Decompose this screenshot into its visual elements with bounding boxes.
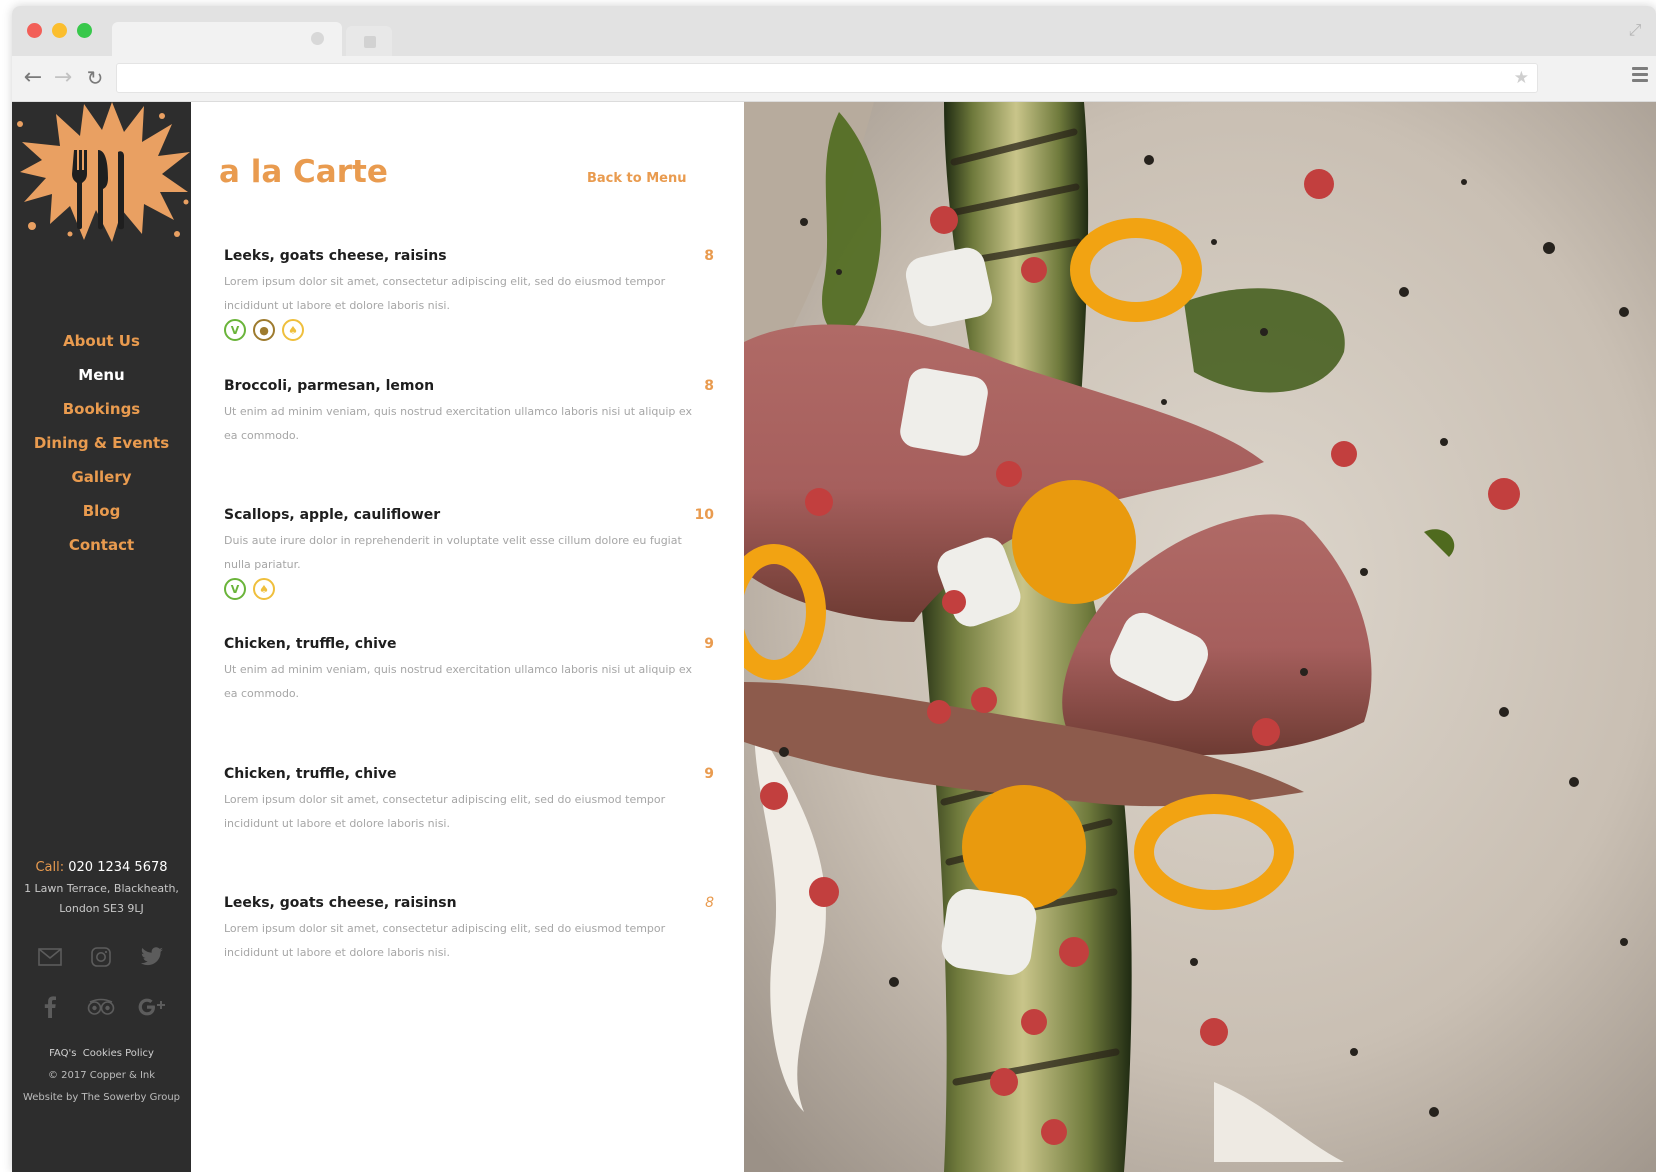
dish-name: Broccoli, parmesan, lemon bbox=[224, 378, 435, 394]
dish-name: Scallops, apple, cauliflower bbox=[224, 507, 441, 523]
menu-item: Leeks, goats cheese, raisinsn 8 Lorem ip… bbox=[224, 895, 714, 965]
gluten-icon: ♠ bbox=[282, 319, 304, 341]
forward-arrow-icon[interactable]: → bbox=[50, 65, 76, 91]
close-window-button[interactable] bbox=[27, 23, 42, 38]
menu-item: Chicken, truffle, chive 9 Ut enim ad min… bbox=[224, 636, 714, 706]
reload-icon[interactable]: ↻ bbox=[82, 65, 108, 91]
minimize-window-button[interactable] bbox=[52, 23, 67, 38]
website-page: About Us Menu Bookings Dining & Events G… bbox=[12, 102, 1656, 1172]
footer-links: FAQ's Cookies Policy bbox=[12, 1048, 191, 1059]
dish-name: Leeks, goats cheese, raisinsn bbox=[224, 895, 457, 911]
browser-window: ⤢ ← → ↻ ★ About Us Menu Bookings Dining … bbox=[12, 6, 1656, 1172]
bookmark-star-icon[interactable]: ★ bbox=[1514, 68, 1529, 88]
dish-price: 8 bbox=[704, 378, 714, 394]
vegetarian-icon: V bbox=[224, 578, 246, 600]
dish-price: 8 bbox=[705, 895, 714, 911]
address-line-2: London SE3 9LJ bbox=[59, 902, 144, 915]
website-credit[interactable]: Website by The Sowerby Group bbox=[12, 1092, 191, 1103]
dish-description: Lorem ipsum dolor sit amet, consectetur … bbox=[224, 793, 666, 830]
logo[interactable] bbox=[12, 102, 191, 244]
page-title: a la Carte bbox=[219, 154, 388, 190]
contact-block: Call: 020 1234 5678 1 Lawn Terrace, Blac… bbox=[12, 860, 191, 919]
dish-name: Chicken, truffle, chive bbox=[224, 636, 397, 652]
dish-description: Lorem ipsum dolor sit amet, consectetur … bbox=[224, 922, 666, 959]
nut-icon: ● bbox=[253, 319, 275, 341]
dish-price: 9 bbox=[704, 766, 714, 782]
nav-item-dining-events[interactable]: Dining & Events bbox=[12, 426, 191, 460]
expand-icon[interactable]: ⤢ bbox=[1626, 22, 1644, 40]
menu-item: Chicken, truffle, chive 9 Lorem ipsum do… bbox=[224, 766, 714, 836]
menu-item: Leeks, goats cheese, raisins 8 Lorem ips… bbox=[224, 248, 714, 341]
vegetarian-icon: V bbox=[224, 319, 246, 341]
browser-tab[interactable] bbox=[112, 22, 342, 56]
copyright: © 2017 Copper & Ink bbox=[47, 1070, 156, 1081]
back-to-menu-link[interactable]: Back to Menu bbox=[587, 171, 687, 186]
address: 1 Lawn Terrace, Blackheath, London SE3 9… bbox=[12, 879, 191, 919]
phone-line[interactable]: Call: 020 1234 5678 bbox=[12, 860, 191, 875]
envelope-icon[interactable] bbox=[33, 942, 67, 972]
call-label: Call: bbox=[35, 860, 65, 875]
dish-description: Ut enim ad minim veniam, quis nostrud ex… bbox=[224, 663, 692, 700]
browser-toolbar: ← → ↻ ★ bbox=[12, 56, 1656, 102]
faqs-link[interactable]: FAQ's bbox=[49, 1048, 76, 1059]
gluten-icon: ♠ bbox=[253, 578, 275, 600]
nav-item-gallery[interactable]: Gallery bbox=[12, 460, 191, 494]
google-plus-icon[interactable] bbox=[135, 992, 169, 1022]
dietary-icons: V ● ♠ bbox=[224, 319, 714, 341]
hamburger-menu-icon[interactable] bbox=[1632, 67, 1648, 83]
dish-name: Chicken, truffle, chive bbox=[224, 766, 397, 782]
dietary-icons: V ♠ bbox=[224, 578, 714, 600]
food-photo bbox=[744, 102, 1656, 1172]
tab-close-icon[interactable] bbox=[311, 32, 324, 45]
facebook-icon[interactable] bbox=[33, 992, 67, 1022]
new-tab-button[interactable] bbox=[346, 26, 392, 56]
browser-titlebar: ⤢ bbox=[12, 6, 1656, 56]
nav-item-about-us[interactable]: About Us bbox=[12, 324, 191, 358]
tripadvisor-icon[interactable] bbox=[84, 992, 118, 1022]
nav-item-blog[interactable]: Blog bbox=[12, 494, 191, 528]
dish-description: Duis aute irure dolor in reprehenderit i… bbox=[224, 534, 682, 571]
sidebar: About Us Menu Bookings Dining & Events G… bbox=[12, 102, 191, 1172]
main-navigation: About Us Menu Bookings Dining & Events G… bbox=[12, 324, 191, 562]
address-bar[interactable]: ★ bbox=[116, 63, 1538, 93]
maximize-window-button[interactable] bbox=[77, 23, 92, 38]
new-tab-icon bbox=[364, 36, 376, 48]
dish-description: Ut enim ad minim veniam, quis nostrud ex… bbox=[224, 405, 692, 442]
cookies-policy-link[interactable]: Cookies Policy bbox=[83, 1048, 154, 1059]
address-line-1: 1 Lawn Terrace, Blackheath, bbox=[24, 882, 179, 895]
dish-price: 9 bbox=[704, 636, 714, 652]
dish-price: 10 bbox=[694, 507, 714, 523]
dish-name: Leeks, goats cheese, raisins bbox=[224, 248, 447, 264]
nav-item-contact[interactable]: Contact bbox=[12, 528, 191, 562]
back-arrow-icon[interactable]: ← bbox=[20, 65, 46, 91]
dish-price: 8 bbox=[704, 248, 714, 264]
menu-content: a la Carte Back to Menu Leeks, goats che… bbox=[191, 102, 744, 1172]
nav-item-bookings[interactable]: Bookings bbox=[12, 392, 191, 426]
twitter-icon[interactable] bbox=[135, 942, 169, 972]
dish-description: Lorem ipsum dolor sit amet, consectetur … bbox=[224, 275, 666, 312]
nav-item-menu[interactable]: Menu bbox=[12, 358, 191, 392]
menu-item: Broccoli, parmesan, lemon 8 Ut enim ad m… bbox=[224, 378, 714, 448]
instagram-icon[interactable] bbox=[84, 942, 118, 972]
social-row bbox=[12, 992, 191, 1022]
phone-number[interactable]: 020 1234 5678 bbox=[68, 860, 167, 875]
social-row bbox=[12, 942, 191, 972]
menu-item: Scallops, apple, cauliflower 10 Duis aut… bbox=[224, 507, 714, 600]
